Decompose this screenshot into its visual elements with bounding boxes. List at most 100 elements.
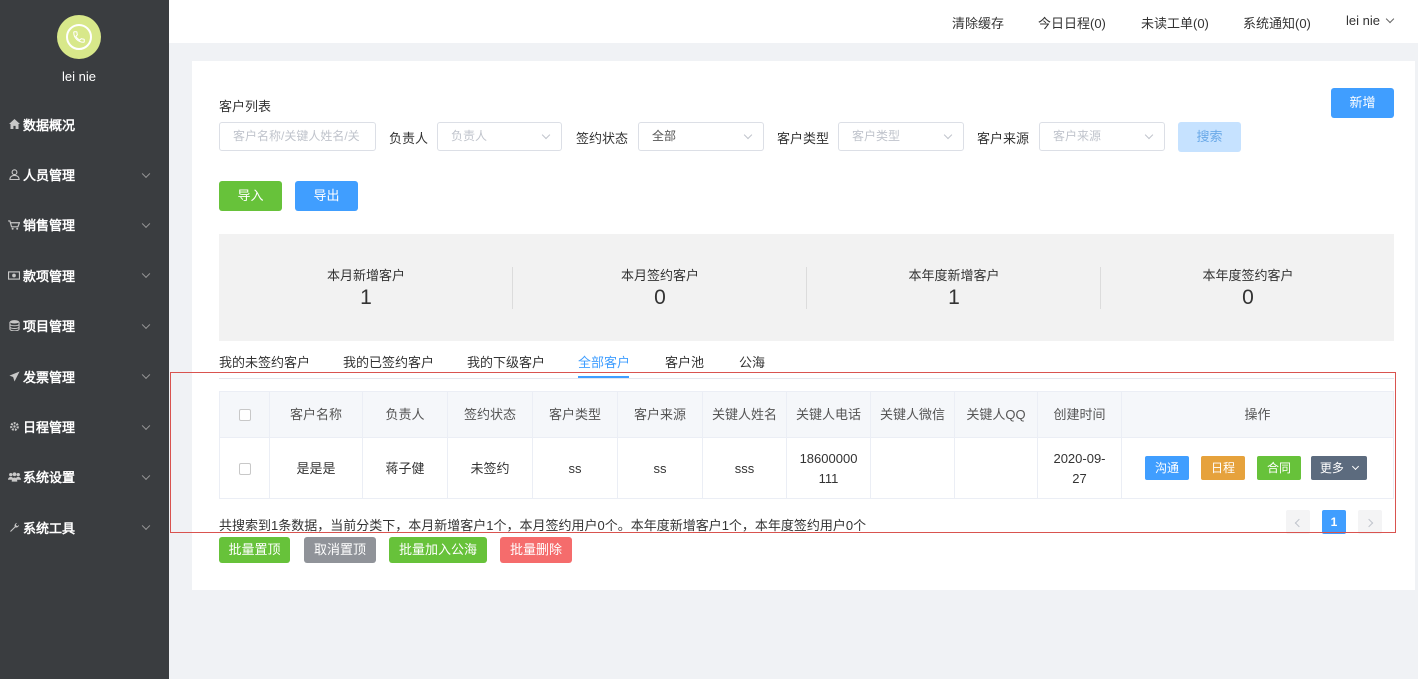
stat-month-new: 本月新增客户 1	[219, 234, 513, 341]
customer-table: 客户名称 负责人 签约状态 客户类型 客户来源 关键人姓名 关键人电话 关键人微…	[219, 391, 1394, 499]
bulk-add-public-button[interactable]: 批量加入公海	[389, 537, 487, 563]
database-icon	[7, 320, 21, 332]
sidebar-item-personnel[interactable]: 人员管理	[0, 149, 169, 199]
bulk-pin-button[interactable]: 批量置顶	[219, 537, 290, 563]
sign-status-value: 全部	[652, 129, 677, 143]
import-button[interactable]: 导入	[219, 181, 282, 211]
prev-page-button[interactable]	[1286, 510, 1310, 534]
created-at-line: 27	[1072, 470, 1087, 486]
sidebar-item-projects[interactable]: 项目管理	[0, 301, 169, 351]
column-header: 操作	[1244, 406, 1271, 422]
sidebar-username: lei nie	[62, 69, 96, 84]
new-button[interactable]: 新增	[1331, 88, 1394, 118]
column-header[interactable]: 关键人电话	[787, 392, 871, 437]
sidebar-item-label: 款项管理	[23, 268, 76, 284]
contract-button[interactable]: 合同	[1257, 456, 1301, 480]
more-dropdown-button[interactable]: 更多	[1311, 456, 1367, 480]
sidebar-item-sales[interactable]: 销售管理	[0, 200, 169, 250]
chevron-down-icon	[141, 471, 151, 480]
sidebar-item-payments[interactable]: 款项管理	[0, 250, 169, 300]
column-header[interactable]: 负责人	[363, 392, 448, 437]
tab-all-customers[interactable]: 全部客户	[578, 352, 630, 371]
sidebar-nav: 数据概况 人员管理 销售管理 款项管理 项目管理 发票管理 日程管理 系统设置 …	[0, 99, 169, 553]
cell-created-at: 2020-09- 27	[1038, 438, 1122, 499]
cell-customer-name[interactable]: 是是是	[270, 438, 363, 499]
sidebar-item-invoices[interactable]: 发票管理	[0, 351, 169, 401]
export-button[interactable]: 导出	[295, 181, 358, 211]
customer-type-select[interactable]: 客户类型	[838, 122, 964, 151]
column-header[interactable]: 关键人QQ	[955, 392, 1038, 437]
column-header[interactable]: 关键人微信	[871, 392, 955, 437]
cell-actions: 沟通 日程 合同 更多	[1122, 438, 1393, 499]
sidebar-item-label: 项目管理	[23, 319, 76, 335]
clear-cache-link[interactable]: 清除缓存	[952, 13, 1004, 32]
sidebar-item-label: 系统工具	[23, 520, 76, 536]
chevron-down-icon	[743, 130, 753, 140]
cell-customer-source: ss	[618, 438, 703, 499]
active-tab-indicator	[578, 376, 629, 378]
today-schedule-link[interactable]: 今日日程(0)	[1038, 13, 1106, 32]
unread-tickets-link[interactable]: 未读工单(0)	[1141, 13, 1209, 32]
phone-icon	[66, 24, 92, 50]
page-number-button[interactable]: 1	[1322, 510, 1346, 534]
chevron-down-icon	[141, 421, 151, 430]
user-menu-label: lei nie	[1346, 13, 1380, 28]
column-header[interactable]: 签约状态	[448, 392, 533, 437]
column-header[interactable]: 客户名称	[270, 392, 363, 437]
sidebar-item-label: 系统设置	[23, 470, 76, 486]
cell-customer-type: ss	[533, 438, 618, 499]
avatar[interactable]	[57, 15, 101, 59]
owner-label: 负责人	[389, 131, 429, 146]
chevron-down-icon	[141, 370, 151, 380]
page-title: 客户列表	[219, 99, 272, 114]
row-checkbox[interactable]	[238, 462, 251, 475]
tab-my-unsigned[interactable]: 我的未签约客户	[219, 352, 310, 371]
column-header[interactable]: 关键人姓名	[703, 392, 787, 437]
bulk-delete-button[interactable]: 批量删除	[500, 537, 572, 563]
chevron-down-icon	[141, 320, 151, 329]
chevron-right-icon	[1364, 518, 1374, 528]
column-header[interactable]: 客户类型	[533, 392, 618, 437]
next-page-button[interactable]	[1358, 510, 1382, 534]
user-icon	[7, 169, 21, 181]
sidebar-item-system-tools[interactable]: 系统工具	[0, 502, 169, 552]
user-menu[interactable]: lei nie	[1346, 13, 1395, 28]
schedule-button[interactable]: 日程	[1201, 456, 1245, 480]
customer-source-placeholder: 客户来源	[1053, 129, 1102, 143]
communicate-button[interactable]: 沟通	[1145, 456, 1189, 480]
topbar: 清除缓存 今日日程(0) 未读工单(0) 系统通知(0) lei nie	[169, 0, 1418, 43]
sign-status-select[interactable]: 全部	[638, 122, 764, 151]
table-header: 客户名称 负责人 签约状态 客户类型 客户来源 关键人姓名 关键人电话 关键人微…	[220, 392, 1393, 438]
tab-public-sea[interactable]: 公海	[739, 352, 765, 371]
sidebar-item-system-settings[interactable]: 系统设置	[0, 452, 169, 502]
tab-my-signed[interactable]: 我的已签约客户	[343, 352, 434, 371]
chevron-down-icon	[541, 130, 551, 140]
tab-customer-pool[interactable]: 客户池	[665, 352, 704, 371]
sidebar-item-label: 日程管理	[23, 420, 76, 436]
gear-icon	[7, 421, 21, 432]
owner-select-placeholder: 负责人	[451, 129, 488, 143]
search-input[interactable]: 客户名称/关键人姓名/关	[219, 122, 376, 151]
chevron-left-icon	[1294, 518, 1304, 528]
chevron-down-icon	[1144, 130, 1154, 140]
stat-label: 本月新增客户	[326, 268, 405, 283]
search-button[interactable]: 搜索	[1178, 122, 1241, 152]
column-header[interactable]: 客户来源	[618, 392, 703, 437]
stat-label: 本年度签约客户	[1202, 268, 1294, 283]
cell-contact-name: sss	[703, 438, 787, 499]
customer-source-select[interactable]: 客户来源	[1039, 122, 1165, 151]
sidebar-item-schedule[interactable]: 日程管理	[0, 401, 169, 451]
column-header[interactable]: 创建时间	[1038, 392, 1122, 437]
owner-select[interactable]: 负责人	[437, 122, 562, 151]
select-all-checkbox[interactable]	[238, 408, 251, 421]
notifications-link[interactable]: 系统通知(0)	[1243, 13, 1311, 32]
users-icon	[7, 472, 21, 482]
stat-month-signed: 本月签约客户 0	[513, 234, 807, 341]
stat-label: 本月签约客户	[620, 268, 699, 283]
result-summary: 共搜索到1条数据，当前分类下，本月新增客户1个，本月签约用户0个。本年度新增客户…	[219, 518, 867, 533]
bulk-unpin-button[interactable]: 取消置顶	[304, 537, 376, 563]
sidebar-item-dashboard[interactable]: 数据概况	[0, 99, 169, 149]
chevron-down-icon	[1352, 462, 1360, 471]
tab-my-subordinates[interactable]: 我的下级客户	[467, 352, 545, 371]
table-row[interactable]: 是是是 蒋子健 未签约 ss ss sss 18600000 111 2020-…	[220, 438, 1393, 499]
